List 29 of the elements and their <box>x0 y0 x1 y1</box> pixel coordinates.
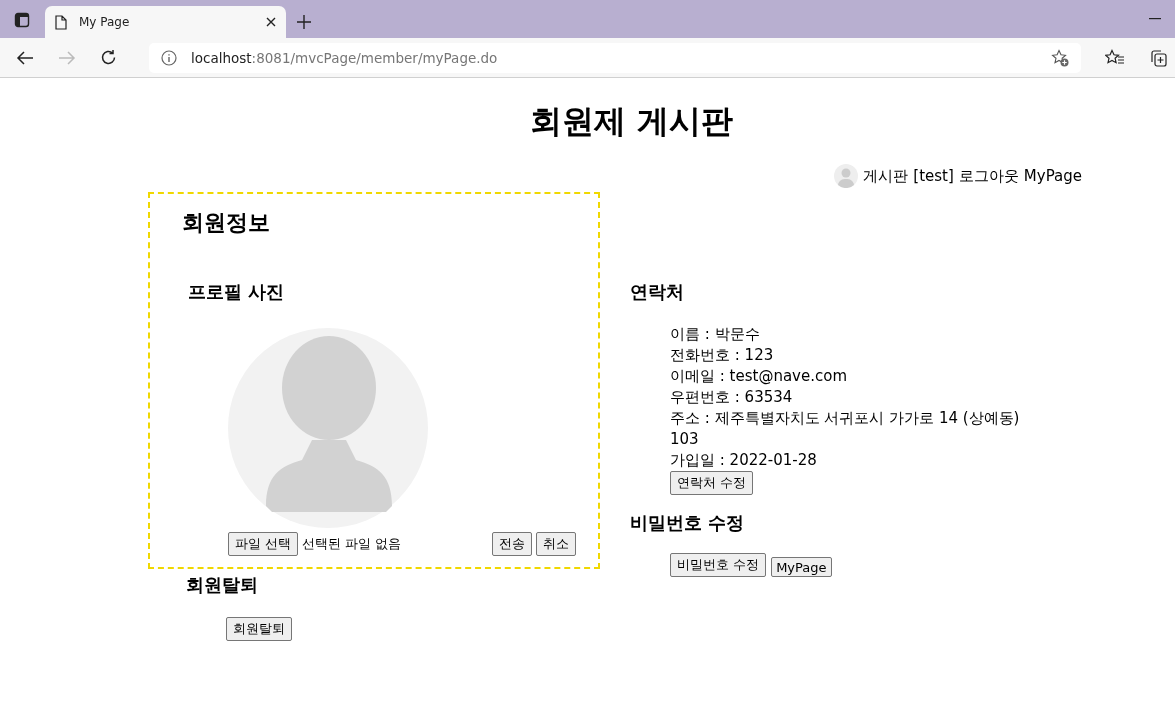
section-heading: 연락처 <box>630 280 685 304</box>
cancel-button[interactable]: 취소 <box>536 532 576 556</box>
withdraw-button[interactable]: 회원탈퇴 <box>226 617 292 641</box>
submit-button[interactable]: 전송 <box>492 532 532 556</box>
address-bar[interactable]: localhost:8081/mvcPage/member/myPage.do <box>149 42 1081 73</box>
edit-contact-button[interactable]: 연락처 수정 <box>670 471 754 495</box>
file-select-button[interactable]: 파일 선택 <box>228 532 299 556</box>
section-title: 회원정보 <box>182 209 271 237</box>
contact-line: 이메일 : test@nave.com <box>670 366 847 387</box>
page-title: 회원제 게시판 <box>528 101 735 142</box>
section-heading: 회원탈퇴 <box>186 573 259 597</box>
nav-link[interactable]: [test] <box>913 167 954 185</box>
file-status: 선택된 파일 없음 <box>302 535 402 553</box>
mypage-button[interactable]: MyPage <box>771 557 832 577</box>
contact-line: 이름 : 박문수 <box>670 324 760 345</box>
nav-link[interactable]: 로그아웃 <box>958 166 1019 186</box>
contact-line: 전화번호 : 123 <box>670 345 774 366</box>
nav-link[interactable]: MyPage <box>1023 167 1082 185</box>
contact-line: 가입일 : 2022-01-28 <box>670 450 817 471</box>
tab-title: My Page <box>79 15 131 29</box>
change-password-button[interactable]: 비밀번호 수정 <box>670 553 767 577</box>
nav-link[interactable]: 게시판 <box>863 166 909 186</box>
section-heading: 비밀번호 수정 <box>630 511 746 535</box>
browser-tab[interactable]: My Page <box>45 6 286 38</box>
contact-line: 우편번호 : 63534 <box>670 387 793 408</box>
contact-line: 103 <box>670 429 699 450</box>
section-heading: 프로필 사진 <box>188 280 286 304</box>
contact-line: 주소 : 제주특별자치도 서귀포시 가가로 14 (상예동) <box>670 408 1020 429</box>
url-text: localhost:8081/mvcPage/member/myPage.do <box>191 49 498 66</box>
